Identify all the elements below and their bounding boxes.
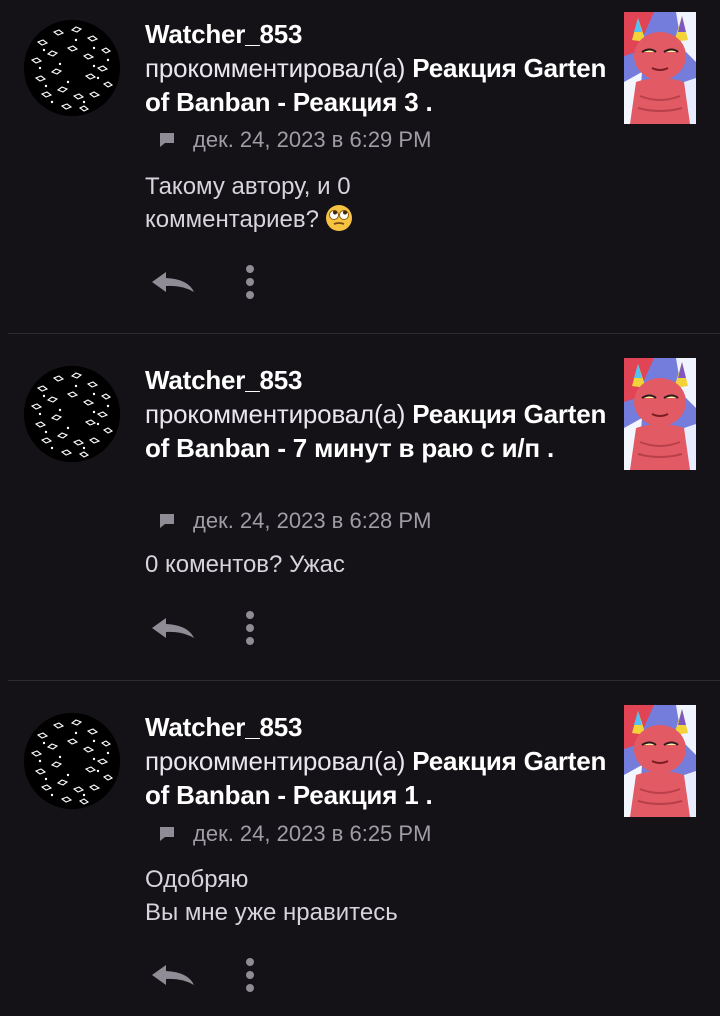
more-options-button[interactable] [238,608,262,648]
user-avatar[interactable] [24,20,120,116]
reply-arrow-icon [152,965,194,985]
timestamp: дек. 24, 2023 в 6:25 PM [193,821,432,846]
title-end: . [418,780,433,810]
post-thumbnail[interactable] [624,705,696,817]
notification-header: Watcher_853 прокомментировал(а) Реакция G… [145,17,613,119]
more-options-button[interactable] [238,955,262,995]
vertical-dots-icon [246,958,254,992]
speech-bubble-icon [158,131,176,149]
notification-item[interactable]: Watcher_853 прокомментировал(а) Реакция G… [0,693,720,1016]
action-text: прокомментировал(а) [145,746,413,776]
comment-body: 0 коментов? Ужас [145,551,345,578]
post-thumbnail[interactable] [624,12,696,124]
more-options-button[interactable] [238,262,262,302]
comment-text: Такому автору, и 0 комментариев? [145,170,615,236]
comment-text: 0 коментов? Ужас [145,548,615,581]
action-text: прокомментировал(а) [145,53,413,83]
notification-header: Watcher_853 прокомментировал(а) Реакция G… [145,363,613,465]
comment-meta: дек. 24, 2023 в 6:28 PM [158,506,431,536]
vertical-dots-icon [246,611,254,645]
reply-arrow-icon [152,618,194,638]
reply-button[interactable] [148,268,200,296]
notification-header: Watcher_853 прокомментировал(а) Реакция G… [145,710,613,812]
username-link[interactable]: Watcher_853 [145,17,613,51]
comment-actions [148,608,278,648]
title-end: . [539,433,554,463]
username-link[interactable]: Watcher_853 [145,363,613,397]
comment-actions [148,955,278,995]
notifications-feed: Watcher_853 прокомментировал(а) Реакция G… [0,0,720,1016]
divider [8,680,720,681]
notification-item[interactable]: Watcher_853 прокомментировал(а) Реакция G… [0,346,720,680]
username-link[interactable]: Watcher_853 [145,710,613,744]
comment-body: Такому автору, и 0 комментариев? [145,173,351,233]
comment-actions [148,262,278,302]
reply-button[interactable] [148,614,200,642]
notification-item[interactable]: Watcher_853 прокомментировал(а) Реакция G… [0,0,720,334]
comment-body: Одобряю Вы мне уже нравитесь [145,866,398,926]
user-avatar[interactable] [24,713,120,809]
user-avatar[interactable] [24,366,120,462]
vertical-dots-icon [246,265,254,299]
timestamp: дек. 24, 2023 в 6:29 PM [193,127,432,152]
comment-meta: дек. 24, 2023 в 6:29 PM [158,125,431,155]
face-with-rolling-eyes-icon [325,204,353,232]
reply-button[interactable] [148,961,200,989]
post-thumbnail[interactable] [624,358,696,470]
comment-text: Одобряю Вы мне уже нравитесь [145,863,615,929]
divider [8,333,720,334]
action-text: прокомментировал(а) [145,399,413,429]
timestamp: дек. 24, 2023 в 6:28 PM [193,508,432,533]
speech-bubble-icon [158,825,176,843]
comment-meta: дек. 24, 2023 в 6:25 PM [158,819,431,849]
reply-arrow-icon [152,272,194,292]
title-end: . [418,87,433,117]
speech-bubble-icon [158,512,176,530]
